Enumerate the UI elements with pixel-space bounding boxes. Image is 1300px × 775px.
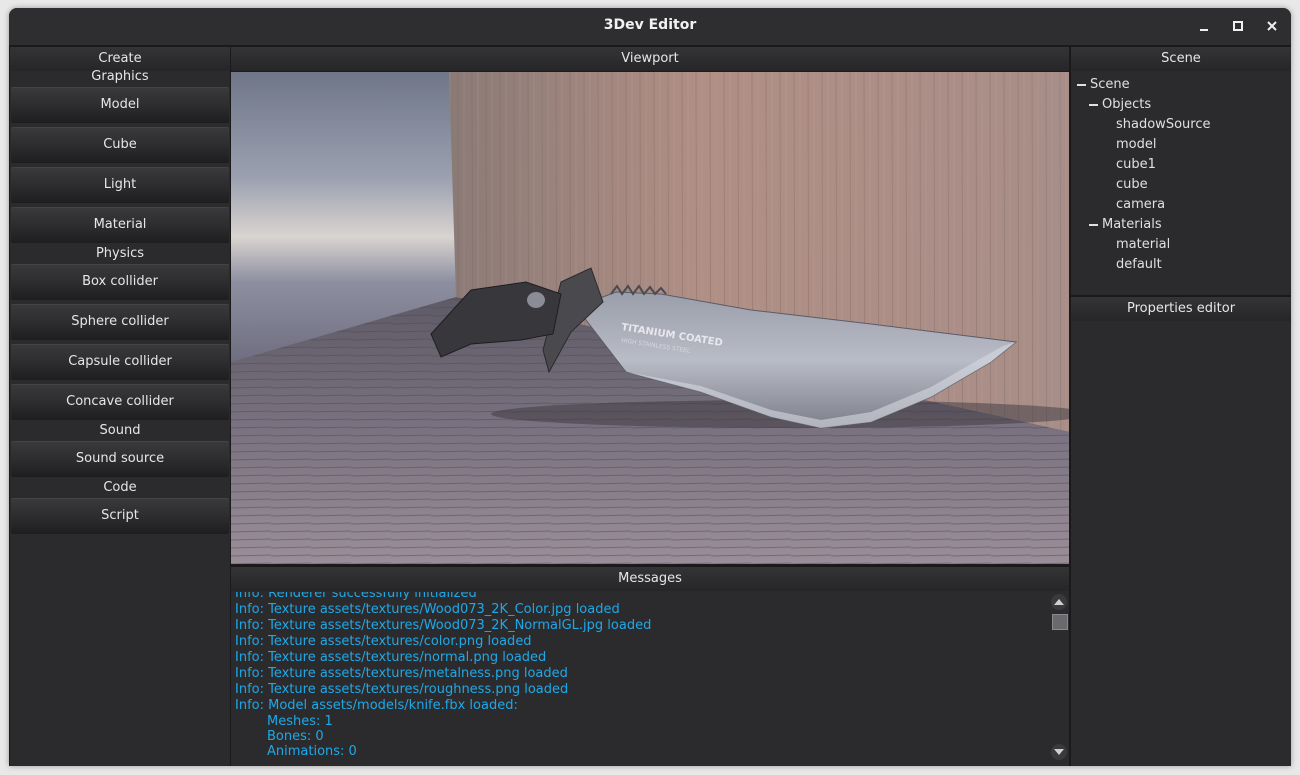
scroll-down-icon[interactable] [1051,744,1067,760]
viewport-panel: Viewport TITANIUM COATED HIGH STAINLESS … [230,46,1070,566]
log-line: Info: Model assets/models/knife.fbx load… [235,698,518,713]
tree-item-camera[interactable]: camera [1077,195,1291,215]
minimize-icon[interactable] [1193,15,1215,37]
tree-item-material[interactable]: material [1077,235,1291,255]
light-button[interactable]: Light [11,167,229,203]
log-line: Info: Renderer successfully initialized [235,592,477,601]
log-line: Info: Texture assets/textures/metalness.… [235,666,568,681]
section-sound: Sound [99,423,141,438]
log-subline: Bones: 0 [267,729,324,744]
viewport-canvas[interactable]: TITANIUM COATED HIGH STAINLESS STEEL [231,72,1069,564]
title-bar: 3Dev Editor [9,8,1291,46]
scroll-up-icon[interactable] [1051,594,1067,610]
tree-item-shadowsource[interactable]: shadowSource [1077,115,1291,135]
section-graphics: Graphics [91,69,149,84]
box-collider-button[interactable]: Box collider [11,264,229,300]
material-button[interactable]: Material [11,207,229,243]
script-button[interactable]: Script [11,498,229,534]
messages-scrollbar[interactable] [1049,592,1069,762]
section-physics: Physics [95,246,145,261]
messages-panel: Messages Info: Renderer successfully ini… [230,566,1070,766]
collapse-icon[interactable] [1077,83,1086,86]
scene-header: Scene [1071,47,1291,71]
properties-header: Properties editor [1071,297,1291,321]
maximize-icon[interactable] [1227,15,1249,37]
create-panel: Create Graphics Model Cube Light Materia… [9,46,231,766]
editor-window: 3Dev Editor Create Graphics Model Cube L… [9,8,1291,766]
messages-header: Messages [231,567,1069,591]
log-subline: Animations: 0 [267,744,357,759]
cube-button[interactable]: Cube [11,127,229,163]
sound-source-button[interactable]: Sound source [11,441,229,477]
log-line: Info: Texture assets/textures/Wood073_2K… [235,602,620,617]
viewport-header: Viewport [231,47,1069,71]
capsule-collider-button[interactable]: Capsule collider [11,344,229,380]
model-button[interactable]: Model [11,87,229,123]
scroll-thumb[interactable] [1052,614,1068,630]
log-line: Info: Texture assets/textures/roughness.… [235,682,569,697]
window-title: 3Dev Editor [603,17,697,33]
tree-item-default[interactable]: default [1077,255,1291,275]
section-code: Code [103,480,137,495]
concave-collider-button[interactable]: Concave collider [11,384,229,420]
sphere-collider-button[interactable]: Sphere collider [11,304,229,340]
scene-panel: Scene Scene Objects shadowSource model c… [1070,46,1291,296]
scene-tree: Scene Objects shadowSource model cube1 c… [1071,71,1291,275]
tree-item-cube[interactable]: cube [1077,175,1291,195]
collapse-icon[interactable] [1089,223,1098,226]
log-line: Info: Texture assets/textures/normal.png… [235,650,547,665]
log-line: Info: Texture assets/textures/color.png … [235,634,532,649]
close-icon[interactable] [1261,15,1283,37]
properties-panel: Properties editor [1070,296,1291,766]
tree-node-scene[interactable]: Scene [1077,75,1291,95]
tree-item-cube1[interactable]: cube1 [1077,155,1291,175]
messages-log: Info: Renderer successfully initialized … [231,592,1049,762]
tree-node-objects[interactable]: Objects [1077,95,1291,115]
log-line: Info: Texture assets/textures/Wood073_2K… [235,618,652,633]
collapse-icon[interactable] [1089,103,1098,106]
tree-node-materials[interactable]: Materials [1077,215,1291,235]
tree-item-model[interactable]: model [1077,135,1291,155]
log-subline: Meshes: 1 [267,714,333,729]
